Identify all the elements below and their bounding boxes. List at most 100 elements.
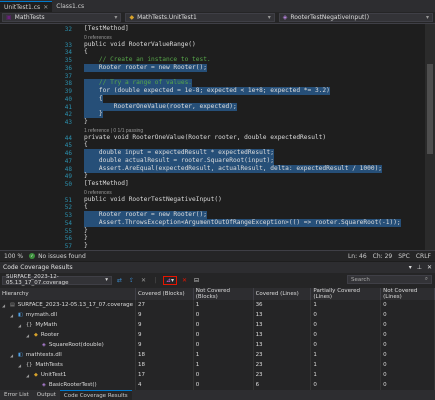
project-dropdown[interactable]: ▣ MathTests ▾: [2, 13, 122, 22]
metric-cell: 0: [193, 310, 254, 320]
search-box[interactable]: Search ⌕: [347, 275, 432, 284]
column-header[interactable]: Not Covered (Lines): [380, 288, 435, 300]
code-line[interactable]: Rooter rooter = new Rooter();: [84, 63, 207, 72]
table-row[interactable]: ◈ BasicRooterTest() 4 0 6 0 0: [0, 380, 435, 390]
code-line[interactable]: Assert.AreEqual(expectedResult, actualRe…: [84, 164, 383, 173]
line-number: 55: [64, 227, 72, 235]
line-number: 37: [64, 72, 72, 80]
member-dropdown[interactable]: ◈ RooterTestNegativeInput() ▾: [278, 13, 433, 22]
method-icon: ◈: [282, 14, 288, 21]
code-coverage-coloring-button[interactable]: ⊿ ▾: [163, 275, 178, 285]
scroll-thumb[interactable]: [427, 64, 433, 154]
line-number: 47: [64, 157, 72, 165]
pin-icon[interactable]: ⊥: [417, 264, 422, 271]
metric-cell: 36: [253, 300, 312, 310]
hierarchy-cell: ◢ ◧ mymath.dll: [0, 310, 136, 320]
metric-cell: 0: [380, 320, 435, 330]
hierarchy-cell: ◢ ◆ UnitTest1: [0, 370, 136, 380]
close-icon[interactable]: ✕: [427, 264, 432, 271]
line-number: 35: [64, 57, 72, 64]
column-header[interactable]: Covered (Blocks): [135, 288, 194, 300]
assembly-icon: ◧: [18, 312, 23, 318]
merge-icon[interactable]: ⇄: [115, 276, 124, 285]
hierarchy-cell: ◢ ▤ SURFACE_2023-12-05.13_17_07.coverage: [0, 300, 136, 310]
expand-chevron-icon[interactable]: ◢: [2, 303, 7, 308]
code-line[interactable]: Assert.ThrowsException<ArgumentOutOfRang…: [84, 218, 401, 227]
metric-cell: 23: [253, 360, 312, 370]
class-dropdown[interactable]: ◆ MathTests.UnitTest1 ▾: [125, 13, 275, 22]
coverage-run-select[interactable]: SURFACE_2023-12-05.13_17_07.coverage ▾: [2, 274, 112, 286]
code-line[interactable]: for (double expected = 1e-8; expected < …: [84, 87, 330, 95]
line-number: 38: [64, 80, 72, 88]
table-row[interactable]: ◢{} MathTests 18 1 23 1 0: [0, 360, 435, 370]
table-row[interactable]: ◢ ▤ SURFACE_2023-12-05.13_17_07.coverage 27…: [0, 300, 435, 310]
bottom-tool-tabs: Error List Output Code Coverage Results: [0, 390, 435, 400]
metric-cell: 0: [193, 380, 254, 390]
code-editor[interactable]: 32 33 34 35 36 37 38 39 40 41 42 43 44 45 46 47 48 49 50 51…: [0, 24, 435, 250]
table-row[interactable]: ◈ SquareRoot(double) 9 0 13 0 0: [0, 340, 435, 350]
column-header[interactable]: Partially Covered (Lines): [310, 288, 382, 300]
column-header[interactable]: Hierarchy: [0, 288, 136, 300]
metric-cell: 9: [135, 340, 194, 350]
namespace-icon: {}: [26, 362, 33, 368]
tab-code-coverage-results[interactable]: Code Coverage Results: [59, 390, 132, 400]
whitespace-mode[interactable]: SPC: [398, 253, 410, 260]
tab-class1[interactable]: Class1.cs: [52, 1, 89, 12]
code-line[interactable]: RooterOneValue(rooter, expected);: [84, 102, 237, 111]
metric-cell: 0: [193, 320, 254, 330]
column-header[interactable]: Covered (Lines): [253, 288, 312, 300]
code-line[interactable]: }: [84, 242, 88, 250]
vertical-scrollbar[interactable]: [425, 24, 435, 250]
table-header: Hierarchy Covered (Blocks) Not Covered (Bl…: [0, 288, 435, 300]
table-row[interactable]: ◢ ◧ mymath.dll 9 0 13 0 0: [0, 310, 435, 320]
expand-chevron-icon[interactable]: ◢: [18, 363, 23, 368]
line-number: Ln: 46: [347, 252, 367, 260]
tab-label: Code Coverage Results: [63, 392, 128, 399]
expand-chevron-icon[interactable]: ◢: [18, 323, 23, 328]
export-icon[interactable]: ⇪: [127, 276, 136, 285]
remove-icon[interactable]: ✕: [139, 276, 148, 285]
row-name: SquareRoot(double): [48, 342, 104, 348]
column-number: Ch: 29: [372, 252, 393, 260]
expand-chevron-icon[interactable]: ◢: [26, 373, 31, 378]
expand-chevron-icon[interactable]: ◢: [10, 313, 15, 318]
metric-cell: 0: [193, 370, 254, 380]
line-number: 44: [64, 134, 72, 142]
line-number: 54: [64, 219, 72, 227]
metric-cell: 1: [310, 350, 382, 360]
column-header[interactable]: Not Covered (Blocks): [193, 288, 254, 300]
issues-indicator: ✓ No issues found: [29, 253, 86, 260]
code-line[interactable]: public void RooterTestNegativeInput(): [84, 196, 222, 204]
table-row[interactable]: ◢ ◆ UnitTest1 17 0 23 1 0: [0, 370, 435, 380]
close-icon[interactable]: ✕: [43, 4, 48, 11]
expand-chevron-icon[interactable]: ◢: [10, 353, 15, 358]
zoom-level[interactable]: 100 %: [4, 253, 23, 260]
metric-cell: 0: [380, 350, 435, 360]
chevron-down-icon[interactable]: ▾: [409, 264, 412, 271]
tab-label: Output: [36, 392, 56, 398]
tab-output[interactable]: Output: [33, 390, 60, 400]
metric-cell: 17: [135, 370, 194, 380]
line-number: 36: [64, 64, 72, 72]
expand-chevron-icon[interactable]: ◢: [26, 333, 31, 338]
metric-cell: 18: [135, 350, 194, 360]
table-row[interactable]: ◢{} MyMath 9 0 13 0 0: [0, 320, 435, 330]
metric-cell: 9: [135, 320, 194, 330]
tab-unittest1[interactable]: UnitTest1.cs ✕: [0, 1, 53, 12]
code-line[interactable]: [TestMethod]: [84, 25, 129, 33]
class-icon: ◆: [34, 372, 38, 378]
table-row[interactable]: ◢ ◧ mathtests.dll 18 1 23 1 0: [0, 350, 435, 360]
code-line[interactable]: public void RooterValueRange(): [84, 41, 196, 49]
line-ending[interactable]: CRLF: [416, 253, 431, 260]
settings-icon[interactable]: ⊟: [192, 276, 201, 285]
code-line[interactable]: }: [84, 118, 88, 126]
delete-icon[interactable]: ✕: [180, 276, 189, 285]
code-line[interactable]: private void RooterOneValue(Rooter roote…: [84, 134, 326, 142]
chevron-down-icon: ▾: [425, 14, 429, 21]
tab-error-list[interactable]: Error List: [0, 390, 33, 400]
metric-cell: 1: [193, 350, 254, 360]
table-row[interactable]: ◢ ◆ Rooter 9 0 13 0 0: [0, 330, 435, 340]
code-line[interactable]: [TestMethod]: [84, 180, 129, 188]
metric-cell: 0: [310, 320, 382, 330]
check-icon: ✓: [29, 253, 36, 259]
